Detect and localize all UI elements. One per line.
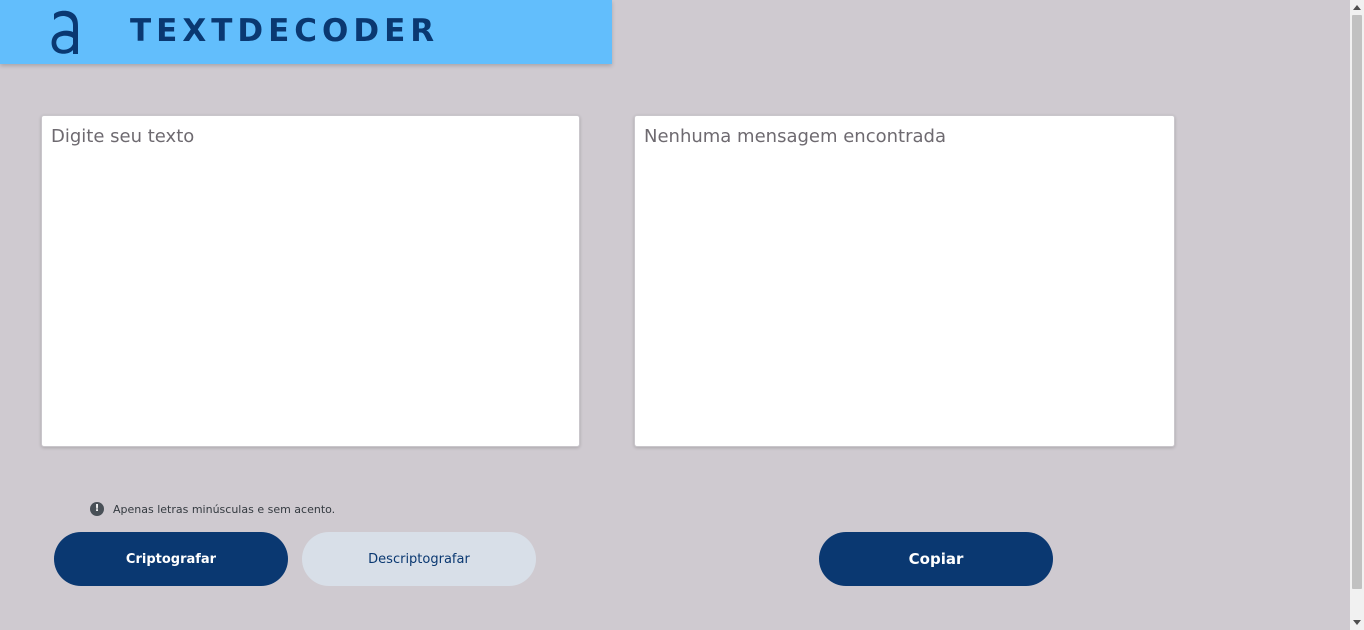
decrypt-button[interactable]: Descriptografar: [302, 532, 536, 586]
vertical-scrollbar[interactable]: [1350, 0, 1364, 630]
input-notice: ! Apenas letras minúsculas e sem acento.: [90, 500, 335, 518]
brand-name: TEXTDECODER: [130, 13, 440, 49]
scroll-up-icon[interactable]: [1353, 5, 1361, 10]
logo-icon: [51, 10, 78, 54]
exclamation-circle-icon: !: [90, 502, 104, 516]
copy-button[interactable]: Copiar: [819, 532, 1053, 586]
app-header: TEXTDECODER: [0, 0, 612, 64]
input-textarea[interactable]: [41, 115, 580, 447]
notice-text: Apenas letras minúsculas e sem acento.: [113, 502, 336, 516]
scroll-thumb[interactable]: [1352, 15, 1362, 589]
output-textarea[interactable]: [634, 115, 1175, 447]
scroll-down-icon[interactable]: [1353, 620, 1361, 625]
encrypt-button[interactable]: Criptografar: [54, 532, 288, 586]
